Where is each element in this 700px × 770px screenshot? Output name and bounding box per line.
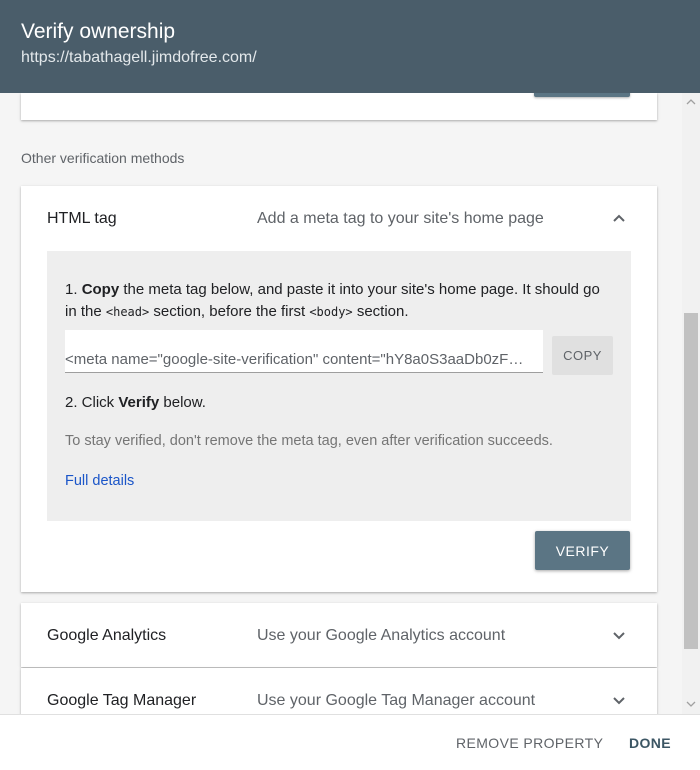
other-methods-label: Other verification methods — [21, 150, 185, 166]
recommended-verify-button[interactable] — [534, 93, 630, 97]
google-analytics-card[interactable]: Google Analytics Use your Google Analyti… — [21, 603, 657, 667]
google-analytics-title: Google Analytics — [47, 627, 167, 644]
meta-tag-field[interactable]: <meta name="google-site-verification" co… — [65, 330, 543, 373]
step-2-text: 2. Click Verify below. — [65, 394, 206, 411]
google-tag-manager-description: Use your Google Tag Manager account — [257, 692, 536, 709]
vertical-scrollbar[interactable] — [682, 93, 700, 714]
chevron-up-icon[interactable] — [607, 206, 631, 230]
recommended-method-card — [21, 93, 657, 120]
google-tag-manager-card[interactable]: Google Tag Manager Use your Google Tag M… — [21, 668, 657, 714]
google-analytics-description: Use your Google Analytics account — [257, 627, 506, 644]
html-tag-card: HTML tag Add a meta tag to your site's h… — [21, 186, 657, 592]
property-url: https://tabathagell.jimdofree.com/ — [21, 49, 257, 66]
dialog-header: Verify ownership https://tabathagell.jim… — [0, 0, 700, 93]
remove-property-button[interactable]: REMOVE PROPERTY — [456, 735, 603, 751]
dialog-footer: REMOVE PROPERTY DONE — [0, 714, 700, 770]
dialog-content[interactable]: Other verification methods HTML tag Add … — [0, 93, 682, 714]
step-1-text: 1. Copy the meta tag below, and paste it… — [65, 281, 600, 320]
html-tag-title[interactable]: HTML tag — [47, 210, 117, 228]
scrollbar-thumb[interactable] — [684, 313, 698, 649]
verify-button[interactable]: VERIFY — [535, 531, 630, 570]
google-tag-manager-title: Google Tag Manager — [47, 692, 197, 709]
chevron-down-icon[interactable] — [607, 623, 631, 647]
scroll-down-arrow-icon[interactable] — [686, 699, 696, 709]
full-details-link[interactable]: Full details — [65, 473, 134, 489]
dialog-title: Verify ownership — [21, 20, 176, 43]
html-tag-instructions: 1. Copy the meta tag below, and paste it… — [47, 251, 631, 521]
meta-tag-value: <meta name="google-site-verification" co… — [65, 351, 524, 368]
stay-verified-note: To stay verified, don't remove the meta … — [65, 433, 553, 449]
done-button[interactable]: DONE — [629, 735, 671, 751]
chevron-down-icon[interactable] — [607, 688, 631, 712]
html-tag-description[interactable]: Add a meta tag to your site's home page — [257, 210, 544, 228]
copy-button[interactable]: COPY — [552, 336, 613, 375]
scroll-up-arrow-icon[interactable] — [686, 97, 696, 107]
